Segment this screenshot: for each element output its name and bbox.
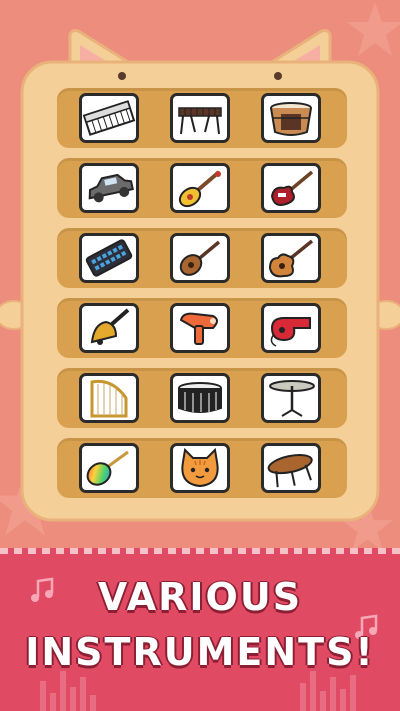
acoustic-guitar-button[interactable] — [261, 233, 321, 283]
cat-sound-button[interactable] — [170, 443, 230, 493]
equalizer-bar — [320, 691, 326, 711]
ukulele-icon — [179, 240, 221, 276]
equalizer-bar — [50, 693, 56, 711]
acoustic-guitar-icon — [268, 239, 314, 278]
equalizer-bar — [350, 675, 356, 711]
equalizer-bar — [60, 671, 66, 711]
harp-icon — [90, 379, 128, 418]
whistle-icon — [270, 317, 311, 347]
conga-button[interactable] — [261, 93, 321, 143]
bell-icon — [90, 308, 130, 345]
hair-dryer-button[interactable] — [170, 303, 230, 353]
maracas-button[interactable] — [79, 443, 139, 493]
ukulele-button[interactable] — [170, 233, 230, 283]
marimba-button[interactable] — [170, 93, 230, 143]
snare-drum-icon — [178, 382, 222, 413]
instrument-row — [57, 158, 347, 218]
instrument-row — [57, 368, 347, 428]
equalizer-bar — [70, 687, 76, 711]
instrument-row — [57, 298, 347, 358]
car-horn-button[interactable] — [79, 163, 139, 213]
cat-face-icon — [181, 447, 219, 488]
whistle-button[interactable] — [261, 303, 321, 353]
snare-drum-button[interactable] — [170, 373, 230, 423]
launchpad-button[interactable] — [79, 233, 139, 283]
shamisen-icon — [178, 170, 221, 208]
equalizer-bar — [80, 677, 86, 711]
electric-guitar-icon — [270, 170, 314, 206]
keyboard-button[interactable] — [79, 93, 139, 143]
conga-drum-icon — [270, 102, 312, 136]
maracas-icon — [86, 450, 129, 486]
keyboard-icon — [82, 100, 136, 136]
cymbal-button[interactable] — [261, 373, 321, 423]
hair-dryer-icon — [179, 312, 218, 345]
car-icon — [88, 173, 134, 203]
equalizer-bar — [330, 677, 336, 711]
instrument-row — [57, 438, 347, 498]
marimba-icon — [178, 107, 222, 135]
equalizer-bar — [300, 683, 306, 711]
shamisen-button[interactable] — [170, 163, 230, 213]
cymbal-icon — [269, 380, 315, 417]
equalizer-bar — [310, 671, 316, 711]
equalizer-bar — [90, 695, 96, 711]
table-button[interactable] — [261, 443, 321, 493]
equalizer-bar — [40, 681, 46, 711]
launchpad-icon — [85, 239, 133, 277]
handbell-button[interactable] — [79, 303, 139, 353]
banner-headline-line2: INSTRUMENTS! — [25, 630, 375, 674]
electric-guitar-button[interactable] — [261, 163, 321, 213]
harp-button[interactable] — [79, 373, 139, 423]
instrument-row — [57, 88, 347, 148]
equalizer-bar — [340, 689, 346, 711]
banner-headline-line1: VARIOUS — [97, 575, 303, 619]
instrument-grid — [57, 88, 347, 498]
banner-stripe — [0, 548, 400, 554]
instrument-row — [57, 228, 347, 288]
table-icon — [267, 454, 313, 488]
